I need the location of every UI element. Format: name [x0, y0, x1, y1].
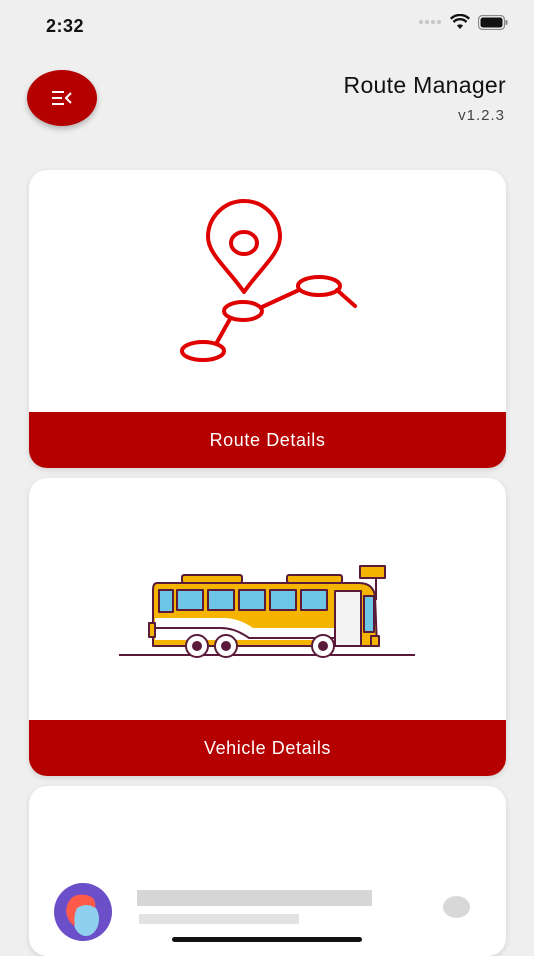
signal-icon — [418, 19, 442, 25]
route-map-icon — [180, 199, 357, 362]
app-title: Route Manager — [343, 72, 506, 98]
avatar — [54, 883, 112, 941]
status-time: 2:32 — [46, 16, 85, 36]
menu-button[interactable] — [27, 70, 97, 126]
vehicle-details-card[interactable]: Vehicle Details — [29, 478, 506, 776]
placeholder-line-subtitle — [139, 914, 299, 924]
wifi-icon — [450, 14, 470, 29]
bus-icon — [119, 565, 415, 658]
vehicle-details-button[interactable]: Vehicle Details — [29, 720, 506, 776]
route-details-card[interactable]: Route Details — [29, 170, 506, 468]
placeholder-dot — [443, 896, 470, 918]
driver-details-card[interactable] — [29, 786, 506, 956]
route-details-button[interactable]: Route Details — [29, 412, 506, 468]
status-icons — [418, 14, 508, 30]
app-header: Route Manager v1.2.3 — [0, 60, 534, 140]
home-indicator — [172, 937, 362, 942]
placeholder-line-title — [137, 890, 372, 906]
battery-icon — [478, 14, 508, 30]
menu-collapse-icon — [52, 91, 72, 105]
status-bar: 2:32 — [0, 0, 534, 52]
app-version: v1.2.3 — [458, 107, 505, 124]
